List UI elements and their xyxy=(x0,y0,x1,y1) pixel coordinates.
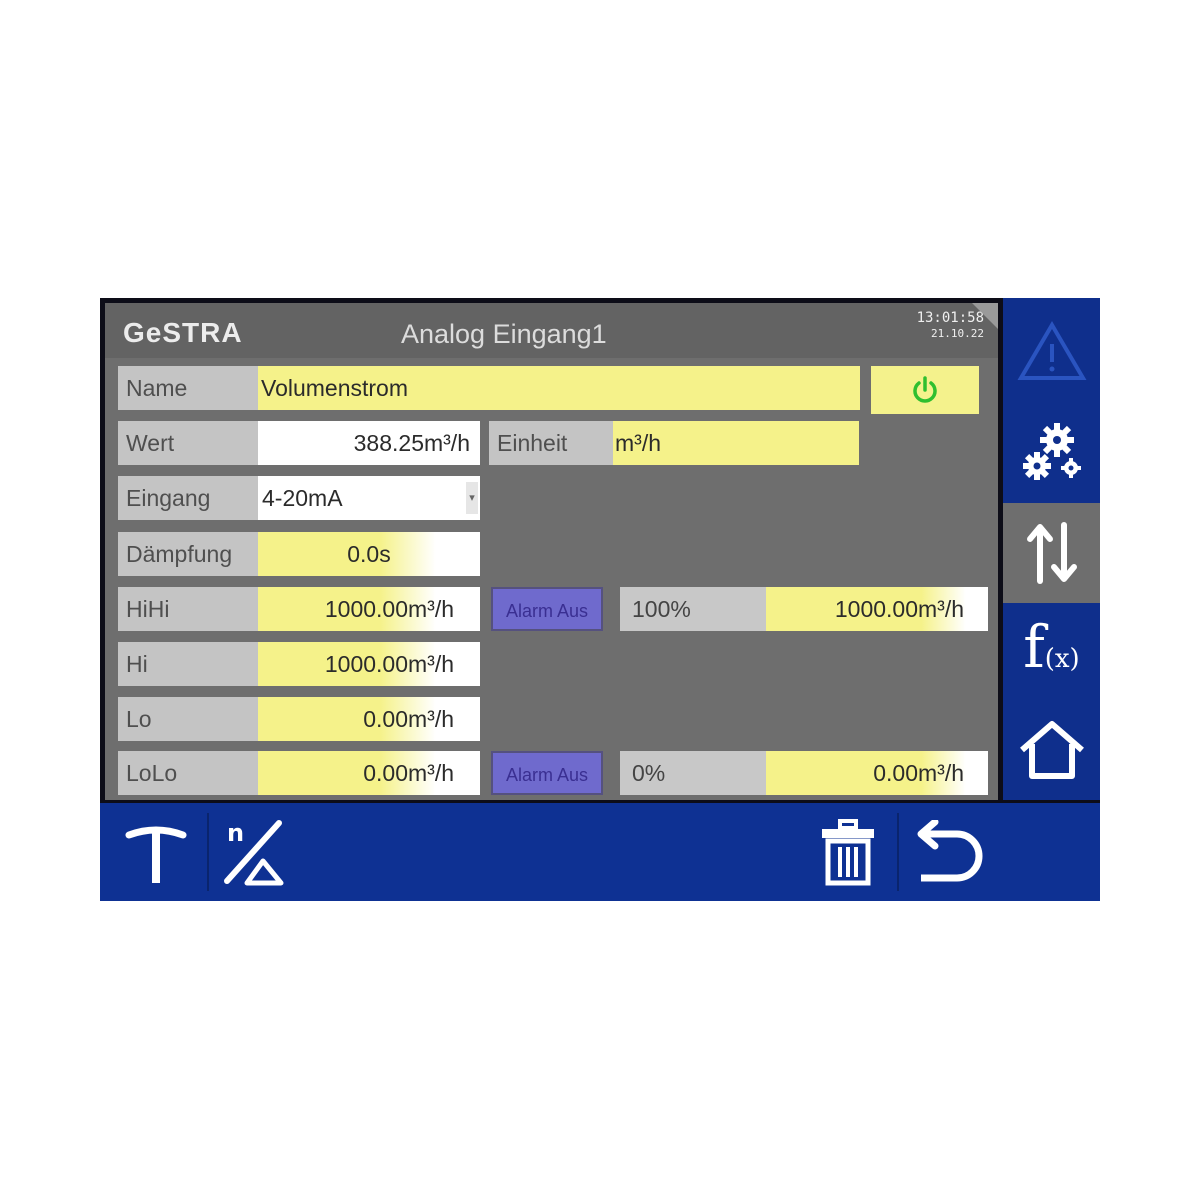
device-screen: GeSTRA Analog Eingang1 13:01:58 21.10.22… xyxy=(100,298,1100,901)
power-button[interactable] xyxy=(871,366,979,414)
tare-button[interactable] xyxy=(116,803,196,901)
lower-alarm-button[interactable]: Alarm Aus xyxy=(491,751,603,795)
lolo-label: LoLo xyxy=(118,751,258,795)
power-icon xyxy=(913,376,937,403)
sidebar-item-function[interactable]: f(x) xyxy=(1003,603,1100,703)
sidebar-item-io[interactable] xyxy=(1003,503,1100,603)
einheit-field[interactable]: m³/h xyxy=(613,421,859,465)
toolbar-separator xyxy=(207,813,209,891)
lower-scale-value[interactable]: 0.00m³/h xyxy=(766,751,988,795)
header-bar: GeSTRA Analog Eingang1 13:01:58 21.10.22 xyxy=(105,303,998,358)
lower-scale-row: 0% 0.00m³/h xyxy=(620,751,988,795)
scaling-button[interactable]: n xyxy=(212,803,296,901)
hi-label: Hi xyxy=(118,642,258,686)
wert-label: Wert xyxy=(118,421,258,465)
warning-icon xyxy=(1017,321,1086,380)
function-icon: f(x) xyxy=(1023,617,1079,689)
einheit-label: Einheit xyxy=(489,421,613,465)
lolo-row: LoLo 0.00m³/h xyxy=(118,751,480,795)
hi-field[interactable]: 1000.00m³/h xyxy=(258,642,480,686)
header-corner xyxy=(972,303,998,329)
back-icon xyxy=(917,820,983,882)
lower-scale-percent: 0% xyxy=(620,751,766,795)
chevron-down-icon[interactable]: ▾ xyxy=(466,482,478,514)
daempfung-field[interactable]: 0.0s xyxy=(258,532,480,576)
home-icon xyxy=(1019,721,1084,779)
lo-row: Lo 0.00m³/h xyxy=(118,697,480,741)
hihi-field[interactable]: 1000.00m³/h xyxy=(258,587,480,631)
name-field[interactable]: Volumenstrom xyxy=(258,366,860,410)
io-arrows-icon xyxy=(1026,522,1077,584)
right-sidebar: f(x) xyxy=(1003,298,1100,800)
upper-alarm-button[interactable]: Alarm Aus xyxy=(491,587,603,631)
settings-gears-icon xyxy=(1022,423,1081,480)
einheit-row: Einheit m³/h xyxy=(489,421,859,465)
delete-button[interactable] xyxy=(808,803,888,901)
daempfung-row: Dämpfung 0.0s xyxy=(118,532,480,576)
hi-row: Hi 1000.00m³/h xyxy=(118,642,480,686)
svg-text:n: n xyxy=(227,819,244,847)
function-sub: (x) xyxy=(1044,644,1080,674)
toolbar-separator xyxy=(897,813,899,891)
main-panel: GeSTRA Analog Eingang1 13:01:58 21.10.22… xyxy=(105,303,998,800)
upper-scale-row: 100% 1000.00m³/h xyxy=(620,587,988,631)
upper-scale-percent: 100% xyxy=(620,587,766,631)
name-label: Name xyxy=(118,366,258,410)
name-row: Name Volumenstrom xyxy=(118,366,860,410)
page-title: Analog Eingang1 xyxy=(401,319,607,349)
brand-logo: GeSTRA xyxy=(123,317,243,348)
wert-row: Wert 388.25m³/h xyxy=(118,421,480,465)
lolo-field[interactable]: 0.00m³/h xyxy=(258,751,480,795)
eingang-label: Eingang xyxy=(118,476,258,520)
sidebar-item-settings[interactable] xyxy=(1003,403,1100,503)
function-label: f xyxy=(1023,613,1045,681)
upper-scale-value[interactable]: 1000.00m³/h xyxy=(766,587,988,631)
tare-icon xyxy=(125,826,187,883)
scaling-icon: n xyxy=(224,819,284,886)
bottom-toolbar: n xyxy=(100,803,1100,901)
lo-field[interactable]: 0.00m³/h xyxy=(258,697,480,741)
delete-icon xyxy=(822,819,874,886)
eingang-selected: 4-20mA xyxy=(262,485,343,511)
eingang-row: Eingang 4-20mA ▾ xyxy=(118,476,480,520)
eingang-select[interactable]: 4-20mA ▾ xyxy=(258,476,480,520)
hihi-label: HiHi xyxy=(118,587,258,631)
sidebar-item-home[interactable] xyxy=(1003,700,1100,800)
hihi-row: HiHi 1000.00m³/h xyxy=(118,587,480,631)
wert-value: 388.25m³/h xyxy=(258,421,480,465)
daempfung-label: Dämpfung xyxy=(118,532,258,576)
lo-label: Lo xyxy=(118,697,258,741)
sidebar-item-warning[interactable] xyxy=(1003,301,1100,401)
back-button[interactable] xyxy=(904,803,990,901)
